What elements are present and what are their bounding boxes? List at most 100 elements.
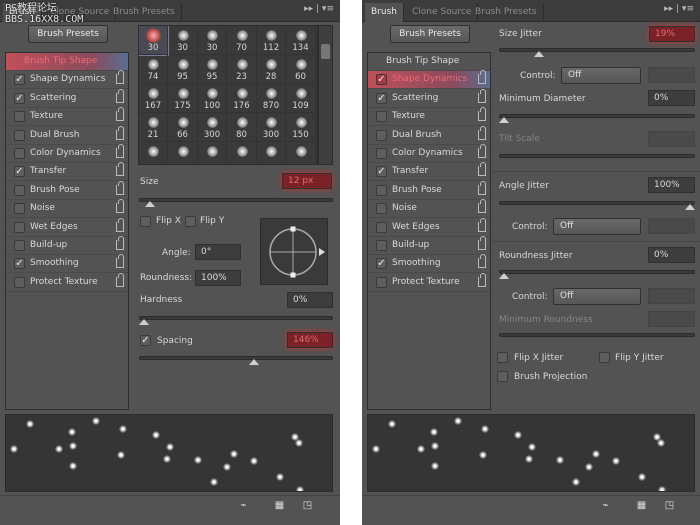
checkbox[interactable] <box>376 148 387 159</box>
brush-tip[interactable]: 95 <box>198 55 227 84</box>
lock-icon[interactable] <box>478 107 486 122</box>
lock-icon[interactable] <box>116 144 124 158</box>
hardness-slider-track[interactable] <box>139 316 333 320</box>
checkbox[interactable] <box>14 184 25 196</box>
checkbox[interactable] <box>14 276 25 288</box>
lock-icon[interactable] <box>116 107 124 122</box>
hardness-field[interactable]: 0% <box>287 292 333 308</box>
checkbox[interactable] <box>376 129 387 141</box>
flip-y-jitter-checkbox[interactable] <box>599 352 610 363</box>
list-item-color-dynamics[interactable]: Color Dynamics <box>6 144 128 163</box>
spacing-field[interactable]: 146% <box>287 332 333 348</box>
list-item-brush-tip-shape[interactable]: Brush Tip Shape <box>6 53 128 71</box>
lock-icon[interactable] <box>478 272 486 287</box>
angle-field[interactable]: 0° <box>195 244 241 260</box>
lock-icon[interactable] <box>478 180 486 195</box>
checkbox[interactable] <box>376 221 387 233</box>
lock-icon[interactable] <box>116 180 124 195</box>
brush-tip[interactable]: 28 <box>257 55 286 84</box>
checkbox[interactable] <box>14 129 25 141</box>
brush-tip[interactable] <box>257 142 286 164</box>
brush-presets-button[interactable]: Brush Presets <box>390 25 470 43</box>
lock-icon[interactable] <box>116 236 124 250</box>
list-item-noise[interactable]: Noise <box>6 199 128 219</box>
checkbox[interactable] <box>14 148 25 159</box>
lock-icon[interactable] <box>116 199 124 214</box>
spacing-slider-track[interactable] <box>139 356 333 360</box>
brush-tip[interactable] <box>169 142 198 164</box>
flip-x-jitter-checkbox[interactable] <box>497 352 508 363</box>
lock-icon[interactable] <box>478 199 486 214</box>
show-grid-icon[interactable]: ▦ <box>636 500 647 511</box>
list-item-brush-tip-shape[interactable]: Brush Tip Shape <box>368 53 490 71</box>
list-item-wet-edges[interactable]: Wet Edges <box>6 217 128 237</box>
brush-tip[interactable] <box>287 142 316 164</box>
list-item-dual-brush[interactable]: Dual Brush <box>6 125 128 145</box>
checkbox[interactable]: ✓ <box>14 92 25 104</box>
lock-icon[interactable] <box>478 236 486 250</box>
lock-icon[interactable] <box>478 162 486 177</box>
angle-roundness-icon[interactable] <box>261 219 329 286</box>
checkbox[interactable] <box>376 111 387 123</box>
checkbox[interactable]: ✓ <box>14 74 25 86</box>
tab-brush-presets[interactable]: Brush Presets <box>469 3 544 22</box>
lock-icon[interactable] <box>478 125 486 140</box>
min-diameter-slider-thumb[interactable] <box>499 117 509 123</box>
control-select[interactable]: Off <box>561 67 641 84</box>
lock-icon[interactable] <box>116 272 124 287</box>
list-item-scattering[interactable]: ✓ Scattering <box>368 88 490 108</box>
toggle-brush-preview-icon[interactable]: ⌁ <box>238 500 249 511</box>
brush-tip[interactable]: 167 <box>139 84 168 113</box>
brush-projection-checkbox[interactable] <box>497 371 508 382</box>
brush-tip[interactable]: 150 <box>286 113 316 142</box>
brush-tip[interactable]: 95 <box>168 55 198 84</box>
checkbox[interactable]: ✓ <box>376 166 387 178</box>
spacing-slider-thumb[interactable] <box>249 359 260 365</box>
panel-menu-icon[interactable]: ▸▸ | ▾≡ <box>304 4 334 14</box>
lock-icon[interactable] <box>478 254 486 269</box>
brush-tip[interactable] <box>139 142 168 164</box>
list-item-texture[interactable]: Texture <box>368 107 490 127</box>
checkbox[interactable] <box>376 276 387 288</box>
list-item-protect-texture[interactable]: Protect Texture <box>6 272 128 292</box>
create-new-brush-icon[interactable]: ◳ <box>664 500 675 511</box>
list-item-brush-pose[interactable]: Brush Pose <box>6 180 128 200</box>
brush-grid-scrollbar[interactable] <box>318 25 333 165</box>
flip-x-checkbox[interactable] <box>140 216 151 227</box>
list-item-protect-texture[interactable]: Protect Texture <box>368 272 490 292</box>
brush-tip[interactable] <box>228 142 257 164</box>
min-diameter-field[interactable]: 0% <box>648 90 695 106</box>
min-diameter-slider-track[interactable] <box>499 114 695 118</box>
show-grid-icon[interactable]: ▦ <box>274 500 285 511</box>
brush-tip[interactable]: 80 <box>227 113 257 142</box>
lock-icon[interactable] <box>116 88 124 103</box>
angle-jitter-field[interactable]: 100% <box>648 177 695 193</box>
brush-tip[interactable]: 74 <box>139 55 168 84</box>
brush-tip[interactable]: 109 <box>286 84 316 113</box>
list-item-build-up[interactable]: Build-up <box>368 236 490 255</box>
brush-tip[interactable]: 176 <box>227 84 257 113</box>
brush-tip[interactable]: 70 <box>227 26 257 55</box>
size-jitter-slider-thumb[interactable] <box>534 51 545 57</box>
size-jitter-slider-track[interactable] <box>499 48 695 52</box>
brush-tip[interactable]: 300 <box>198 113 227 142</box>
tab-brush-presets[interactable]: Brush Presets <box>107 3 182 22</box>
roundness-jitter-slider-track[interactable] <box>499 270 695 274</box>
checkbox[interactable]: ✓ <box>376 258 387 270</box>
angle-jitter-slider-thumb[interactable] <box>685 204 695 210</box>
brush-tip[interactable]: 134 <box>286 26 316 55</box>
list-item-shape-dynamics[interactable]: ✓ Shape Dynamics <box>368 70 490 90</box>
roundness-jitter-slider-thumb[interactable] <box>499 273 509 279</box>
list-item-wet-edges[interactable]: Wet Edges <box>368 217 490 237</box>
control-select[interactable]: Off <box>553 218 641 235</box>
brush-tip[interactable]: 21 <box>139 113 168 142</box>
brush-tip[interactable]: 175 <box>168 84 198 113</box>
flip-y-checkbox[interactable] <box>185 216 196 227</box>
hardness-slider-thumb[interactable] <box>139 319 149 325</box>
angle-jitter-slider-track[interactable] <box>499 201 695 205</box>
lock-icon[interactable] <box>478 88 486 103</box>
lock-icon[interactable] <box>116 162 124 177</box>
panel-menu-icon[interactable]: ▸▸ | ▾≡ <box>664 4 694 14</box>
scrollbar-thumb[interactable] <box>321 44 330 59</box>
lock-icon[interactable] <box>116 254 124 269</box>
